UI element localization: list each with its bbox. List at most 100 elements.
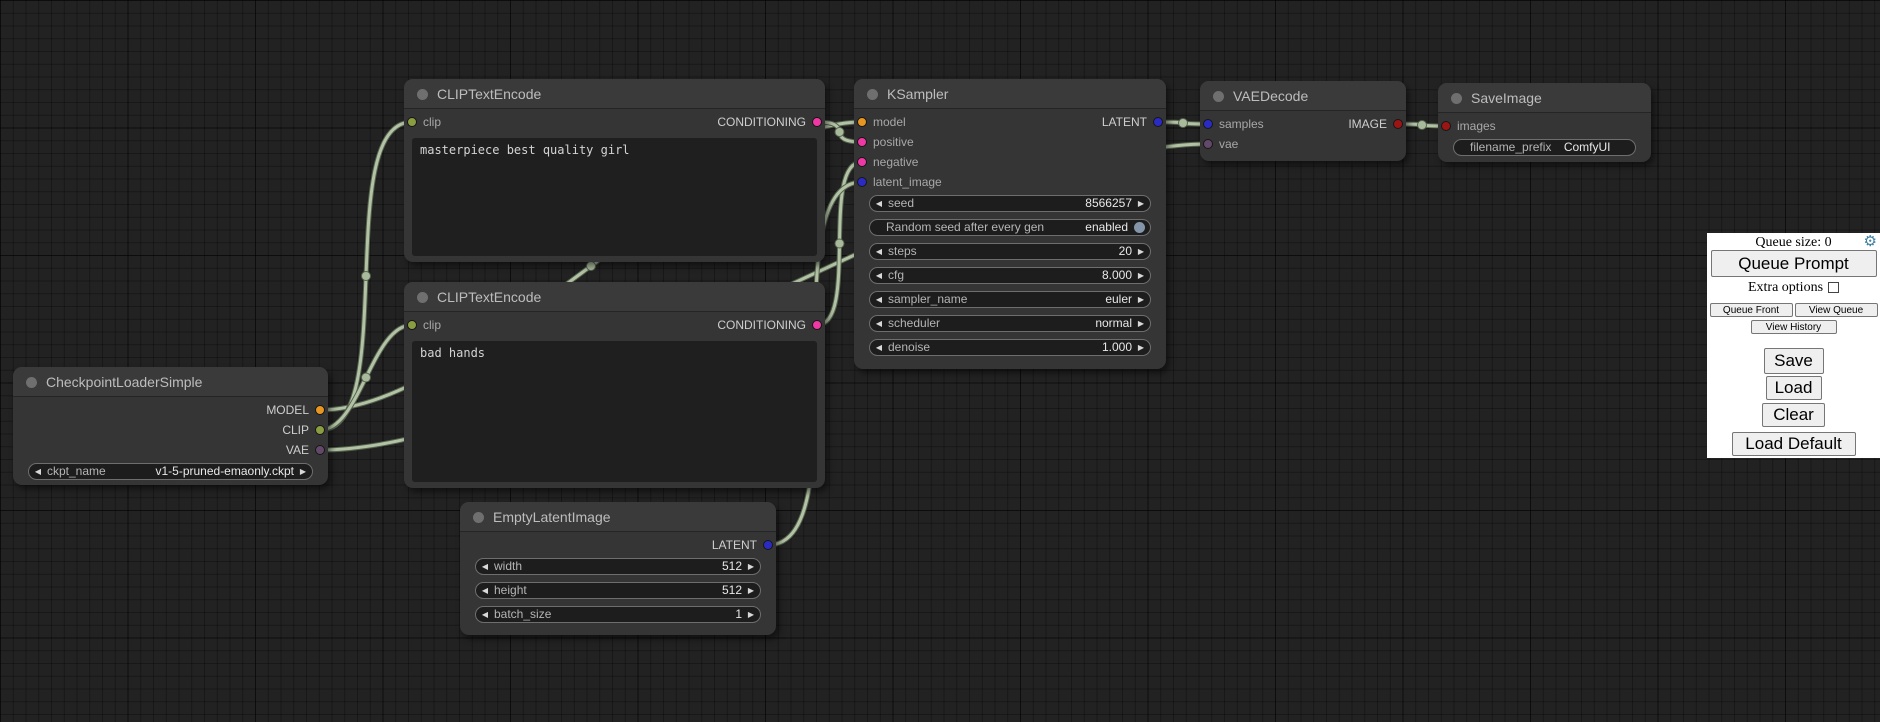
widget-cfg[interactable]: ◀cfg8.000▶ <box>869 267 1151 284</box>
link-midpoint-dot[interactable] <box>587 262 596 271</box>
stepper-left-icon[interactable]: ◀ <box>870 316 888 331</box>
stepper-right-icon[interactable]: ▶ <box>742 607 760 622</box>
stepper-left-icon[interactable]: ◀ <box>870 244 888 259</box>
widget-label: width <box>494 559 522 574</box>
port-samples-dot[interactable] <box>1203 119 1213 129</box>
input-label-clip: clip <box>423 112 441 132</box>
stepper-left-icon[interactable]: ◀ <box>476 559 494 574</box>
port-positive-dot[interactable] <box>857 137 867 147</box>
widget-batch_size[interactable]: ◀batch_size1▶ <box>475 606 761 623</box>
queue-prompt-button[interactable]: Queue Prompt <box>1711 250 1877 277</box>
collapse-dot-icon[interactable] <box>417 292 428 303</box>
widget-label: height <box>494 583 527 598</box>
port-CLIP-dot[interactable] <box>315 425 325 435</box>
widget-label: ckpt_name <box>47 464 106 479</box>
node-checkpoint-loader[interactable]: CheckpointLoaderSimpleMODELCLIPVAE◀ckpt_… <box>13 367 328 485</box>
port-vae-dot[interactable] <box>1203 139 1213 149</box>
stepper-right-icon[interactable]: ▶ <box>1132 340 1150 355</box>
link-midpoint-dot[interactable] <box>835 128 844 137</box>
widget-steps[interactable]: ◀steps20▶ <box>869 243 1151 260</box>
input-label-clip: clip <box>423 315 441 335</box>
node-vae-decode[interactable]: VAEDecodesamplesvaeIMAGE <box>1200 81 1406 161</box>
link-midpoint-dot[interactable] <box>362 373 371 382</box>
prompt-textarea[interactable]: bad hands <box>412 341 817 482</box>
collapse-dot-icon[interactable] <box>417 89 428 100</box>
node-title-bar: KSampler <box>854 79 1166 109</box>
port-images-dot[interactable] <box>1441 121 1451 131</box>
stepper-right-icon[interactable]: ▶ <box>294 464 312 479</box>
stepper-left-icon[interactable]: ◀ <box>476 607 494 622</box>
port-negative-dot[interactable] <box>857 157 867 167</box>
input-row-vae: vae <box>1200 134 1324 154</box>
port-VAE-dot[interactable] <box>315 445 325 455</box>
node-empty-latent-image[interactable]: EmptyLatentImageLATENT◀width512▶◀height5… <box>460 502 776 635</box>
widget-scheduler[interactable]: ◀schedulernormal▶ <box>869 315 1151 332</box>
stepper-left-icon[interactable]: ◀ <box>870 268 888 283</box>
stepper-right-icon[interactable]: ▶ <box>1132 316 1150 331</box>
stepper-right-icon[interactable]: ▶ <box>742 559 760 574</box>
view-history-button[interactable]: View History <box>1751 320 1837 334</box>
stepper-left-icon[interactable]: ◀ <box>29 464 47 479</box>
port-MODEL-dot[interactable] <box>315 405 325 415</box>
clear-button[interactable]: Clear <box>1762 403 1825 427</box>
stepper-right-icon[interactable]: ▶ <box>742 583 760 598</box>
stepper-right-icon[interactable]: ▶ <box>1132 244 1150 259</box>
stepper-right-icon[interactable]: ▶ <box>1132 268 1150 283</box>
collapse-dot-icon[interactable] <box>473 512 484 523</box>
widget-filename_prefix[interactable]: filename_prefix ComfyUI <box>1453 139 1636 156</box>
node-title-label: EmptyLatentImage <box>493 502 611 532</box>
collapse-dot-icon[interactable] <box>867 89 878 100</box>
port-LATENT-dot[interactable] <box>1153 117 1163 127</box>
link-midpoint-dot[interactable] <box>1418 121 1427 130</box>
node-graph-canvas[interactable]: CheckpointLoaderSimpleMODELCLIPVAE◀ckpt_… <box>0 0 1880 722</box>
stepper-left-icon[interactable]: ◀ <box>870 292 888 307</box>
port-clip-dot[interactable] <box>407 117 417 127</box>
queue-front-button[interactable]: Queue Front <box>1710 303 1793 317</box>
widget-value: 8.000 <box>1102 268 1132 283</box>
node-ksampler[interactable]: KSamplermodelpositivenegativelatent_imag… <box>854 79 1166 369</box>
widget-denoise[interactable]: ◀denoise1.000▶ <box>869 339 1151 356</box>
port-model-dot[interactable] <box>857 117 867 127</box>
stepper-left-icon[interactable]: ◀ <box>870 340 888 355</box>
input-label-images: images <box>1457 116 1496 136</box>
widget-width[interactable]: ◀width512▶ <box>475 558 761 575</box>
port-CONDITIONING-dot[interactable] <box>812 117 822 127</box>
widget-ckpt_name[interactable]: ◀ckpt_namev1-5-pruned-emaonly.ckpt▶ <box>28 463 313 480</box>
collapse-dot-icon[interactable] <box>26 377 37 388</box>
port-IMAGE-dot[interactable] <box>1393 119 1403 129</box>
extra-options-checkbox[interactable] <box>1828 282 1839 293</box>
widget-label: sampler_name <box>888 292 967 307</box>
link-midpoint-dot[interactable] <box>362 272 371 281</box>
output-label-CONDITIONING: CONDITIONING <box>717 112 806 132</box>
settings-gear-icon[interactable]: ⚙ <box>1864 234 1877 249</box>
link-midpoint-dot[interactable] <box>835 239 844 248</box>
widget-height[interactable]: ◀height512▶ <box>475 582 761 599</box>
load-button[interactable]: Load <box>1766 376 1822 400</box>
widget-value: ComfyUI <box>1564 140 1611 155</box>
widget-label: steps <box>888 244 917 259</box>
load-default-button[interactable]: Load Default <box>1732 432 1856 456</box>
collapse-dot-icon[interactable] <box>1213 91 1224 102</box>
prompt-textarea[interactable]: masterpiece best quality girl <box>412 138 817 256</box>
node-save-image[interactable]: SaveImageimagesfilename_prefixComfyUI <box>1438 83 1651 162</box>
output-row-MODEL: MODEL <box>139 400 328 420</box>
node-clip-text-encode-positive[interactable]: CLIPTextEncodeclipCONDITIONINGmasterpiec… <box>404 79 825 262</box>
widget-sampler_name[interactable]: ◀sampler_nameeuler▶ <box>869 291 1151 308</box>
port-CONDITIONING-dot[interactable] <box>812 320 822 330</box>
widget-seed[interactable]: ◀seed8566257▶ <box>869 195 1151 212</box>
save-button[interactable]: Save <box>1764 348 1824 374</box>
widget-label: filename_prefix <box>1470 140 1551 155</box>
view-queue-button[interactable]: View Queue <box>1795 303 1878 317</box>
stepper-right-icon[interactable]: ▶ <box>1132 292 1150 307</box>
node-clip-text-encode-negative[interactable]: CLIPTextEncodeclipCONDITIONINGbad hands <box>404 282 825 488</box>
widget-random-seed-after-every-gen[interactable]: Random seed after every genenabled <box>869 219 1151 236</box>
stepper-left-icon[interactable]: ◀ <box>870 196 888 211</box>
port-latent_image-dot[interactable] <box>857 177 867 187</box>
stepper-left-icon[interactable]: ◀ <box>476 583 494 598</box>
collapse-dot-icon[interactable] <box>1451 93 1462 104</box>
stepper-right-icon[interactable]: ▶ <box>1132 196 1150 211</box>
toggle-dot-icon[interactable] <box>1134 222 1145 233</box>
port-LATENT-dot[interactable] <box>763 540 773 550</box>
link-midpoint-dot[interactable] <box>1179 119 1188 128</box>
port-clip-dot[interactable] <box>407 320 417 330</box>
